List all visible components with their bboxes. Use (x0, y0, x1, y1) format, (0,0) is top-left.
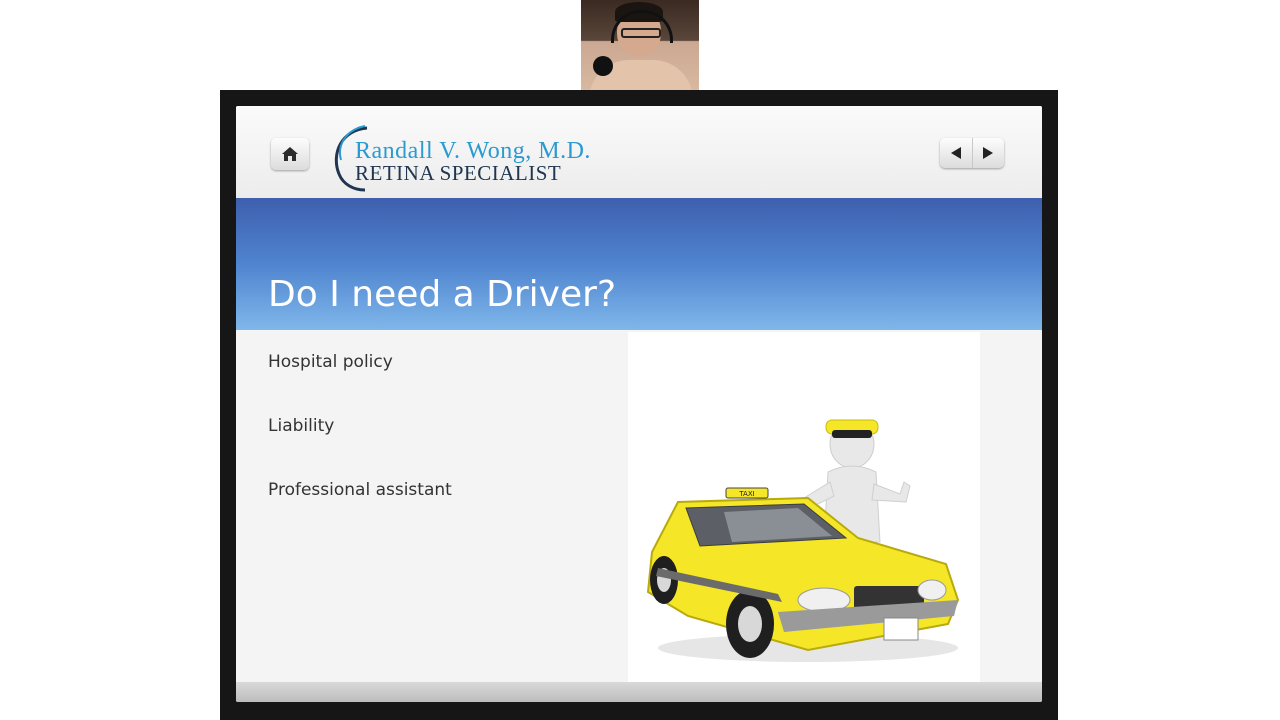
slide-navigation (940, 138, 1004, 168)
home-button[interactable] (271, 138, 309, 170)
taxi-car: TAXI (646, 487, 960, 658)
home-icon (282, 147, 298, 161)
logo: Randall V. Wong, M.D. Retina Specialist (331, 124, 651, 194)
title-band: Do I need a Driver? (236, 198, 1042, 330)
slide-header: Randall V. Wong, M.D. Retina Specialist (236, 106, 1042, 198)
slide-footer (236, 682, 1042, 702)
bullet-item: Professional assistant (268, 480, 452, 500)
previous-slide-button[interactable] (940, 138, 972, 168)
microphone-icon (593, 56, 613, 76)
next-slide-button[interactable] (971, 138, 1005, 168)
bullet-list: Hospital policy Liability Professional a… (268, 352, 628, 544)
slide: Randall V. Wong, M.D. Retina Specialist … (236, 106, 1042, 702)
slide-title: Do I need a Driver? (268, 274, 617, 315)
glasses-icon (621, 28, 661, 38)
bullet-item: Liability (268, 416, 335, 436)
taxi-driver-image: TAXI (628, 332, 980, 688)
triangle-right-icon (983, 147, 994, 159)
taxi-sign-label: TAXI (738, 490, 754, 498)
bullet-item: Hospital policy (268, 352, 393, 372)
taxi-illustration: TAXI (646, 419, 960, 662)
logo-specialty: Retina Specialist (355, 161, 562, 185)
presentation-frame: Randall V. Wong, M.D. Retina Specialist … (220, 90, 1058, 720)
triangle-left-icon (950, 147, 961, 159)
webcam-video-overlay (581, 0, 699, 90)
